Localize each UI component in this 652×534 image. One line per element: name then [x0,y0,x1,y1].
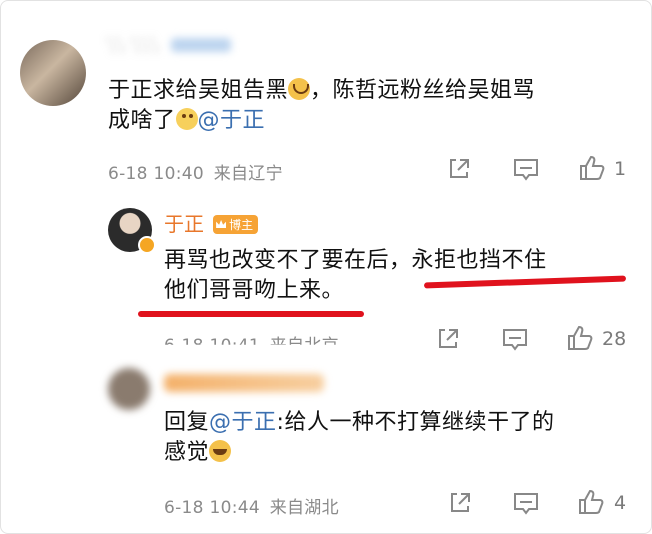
username[interactable]: ʹ₍ʹ₍ ʹ₍ʹ₍ʹ₍ [106,36,231,57]
red-underline [138,311,364,317]
like-count: 4 [614,492,627,514]
avatar[interactable] [108,368,150,410]
like-icon[interactable] [578,154,606,182]
like-icon[interactable] [577,488,605,516]
timestamp: 6-18 10:40 [108,164,204,184]
comment-icon[interactable] [502,328,528,352]
mention-link[interactable]: @于正 [209,410,277,435]
comment-meta: 6-18 10:40 来自辽宁 [108,159,283,184]
crown-icon [216,220,227,228]
emoji-face-icon [209,440,232,462]
username[interactable]: 于正 [164,212,204,236]
like-icon[interactable] [566,324,594,352]
share-icon[interactable] [448,491,472,515]
location: 来自湖北 [269,498,339,518]
like-count: 1 [614,158,627,180]
username[interactable] [164,374,324,392]
emoji-face-icon [288,78,311,100]
reply-text: 再骂也改变不了要在后，永拒也挡不住 他们哥哥吻上来。 [164,248,547,303]
author-name-row: 于正 博主 [164,208,259,237]
share-icon[interactable] [447,157,471,181]
avatar[interactable] [20,40,86,106]
timestamp: 6-18 10:44 [164,498,260,518]
reply-meta: 6-18 10:44 来自湖北 [164,493,339,518]
emoji-face-icon [175,108,198,130]
location: 来自辽宁 [213,164,283,184]
comment-text: 于正求给吴姐告黑 ，陈哲远粉丝给吴姐骂 成啥了 @于正 [108,78,536,133]
blogger-badge: 博主 [213,214,259,234]
reply-text: 回复@于正:给人一种不打算继续干了的 感觉 [164,410,555,465]
mention-link[interactable]: @于正 [198,108,266,133]
share-icon[interactable] [436,327,460,351]
verified-badge-icon [138,236,156,254]
like-count: 28 [602,328,627,350]
comment-icon[interactable] [513,158,539,182]
comment-icon[interactable] [513,492,539,516]
